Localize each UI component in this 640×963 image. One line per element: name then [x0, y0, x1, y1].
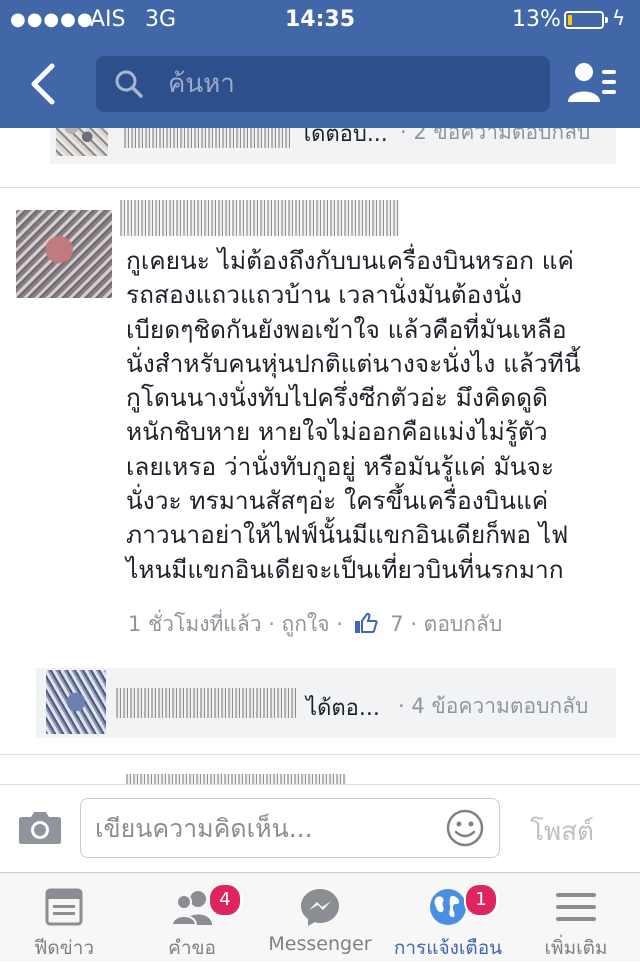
divider	[0, 754, 640, 755]
like-thumb-icon	[354, 612, 378, 633]
search-input[interactable]	[168, 66, 528, 102]
camera-icon[interactable]	[18, 809, 62, 845]
tab-friend-requests[interactable]: 4 คำขอ	[128, 873, 256, 961]
comments-feed[interactable]: ได้ตอบ... · 2 ข้อความตอบกลับ กูเคยนะ ไม่…	[0, 128, 640, 784]
tab-bar: ฟีดข่าว 4 คำขอ Messenger 1 การแจ้งเตือน	[0, 872, 640, 961]
friends-list-icon[interactable]	[566, 60, 618, 106]
reply-count[interactable]: · 2 ข้อความตอบกลับ	[400, 128, 590, 149]
comment-composer: โพสต์	[0, 784, 640, 873]
comment-line: ไหนมีแขกอินเดียจะเป็นเที่ยวบินที่นรกมาก	[126, 554, 564, 584]
avatar	[56, 128, 108, 156]
next-comment-partial	[126, 774, 346, 784]
reply-author-label: ได้ตอ...	[306, 696, 380, 721]
comment-line: เลยเหรอ ว่านั่งทับกูอยู่ หรือมันรู้แค่ ม…	[126, 451, 555, 481]
comment-line: นั่งสำหรับคนหุ่นปกติแต่นางจะนั่งไง แล้วท…	[126, 348, 581, 378]
back-arrow-icon[interactable]	[26, 62, 62, 106]
like-button[interactable]: · ถูกใจ ·	[268, 612, 343, 636]
notifications-globe-icon	[430, 889, 466, 925]
messenger-icon	[301, 889, 339, 926]
tab-label: การแจ้งเตือน	[393, 937, 503, 959]
search-bar[interactable]	[96, 56, 550, 112]
comment-input-box[interactable]	[80, 798, 500, 858]
reply-button[interactable]: · ตอบกลับ	[410, 612, 502, 636]
news-feed-icon	[45, 888, 83, 926]
reply-preview[interactable]: ได้ตอบ... · 2 ข้อความตอบกลับ	[50, 128, 616, 164]
smiley-icon[interactable]	[445, 808, 485, 848]
blurred-name	[124, 128, 292, 148]
comment-line: ภาวนาอย่าให้ไฟฟ์นั้นมีแขกอินเดียก็พอ ไฟ	[126, 520, 569, 550]
comment-input[interactable]	[95, 811, 435, 845]
battery-icon	[564, 11, 608, 29]
comment-line: กูโดนนางนั่งทับไปครึ่งซีกตัวอ่ะ มึงคิดดู…	[126, 383, 548, 413]
avatar	[46, 670, 106, 734]
blurred-name[interactable]	[120, 200, 400, 236]
comment-line: หนักชิบหาย หายใจไม่ออกคือแม่งไม่รู้ตัว	[126, 417, 548, 447]
friend-requests-badge: 4	[208, 883, 242, 917]
post-button[interactable]: โพสต์	[530, 811, 594, 852]
friend-requests-icon	[172, 891, 212, 926]
comment-line: เบียดๆชิดกันยังพอเข้าใจ แล้วคือที่มันเหล…	[126, 314, 567, 344]
charging-icon: ϟ	[612, 6, 626, 30]
reply-author-label: ได้ตอบ...	[300, 128, 388, 147]
notifications-badge: 1	[464, 883, 498, 917]
menu-icon	[556, 893, 596, 921]
tab-more[interactable]: เพิ่มเติม	[512, 873, 640, 961]
comment-text: กูเคยนะ ไม่ต้องถึงกับบนเครื่องบินหรอก แค…	[126, 244, 626, 587]
comment-line: รถสองแถวแถวบ้าน เวลานั่งมันต้องนั่ง	[126, 280, 523, 310]
tab-label: Messenger	[268, 933, 372, 955]
comment-line: กูเคยนะ ไม่ต้องถึงกับบนเครื่องบินหรอก แค…	[126, 246, 574, 275]
tab-messenger[interactable]: Messenger	[256, 873, 384, 961]
comment-line: นั่งวะ ทรมานสัสๆอ่ะ ใครขึ้นเครื่องบินแค่	[126, 486, 549, 516]
avatar[interactable]	[16, 210, 112, 298]
reply-count[interactable]: · 4 ข้อความตอบกลับ	[398, 690, 588, 723]
tab-notifications[interactable]: 1 การแจ้งเตือน	[384, 873, 512, 961]
tab-label: คำขอ	[168, 937, 216, 959]
comment-time: 1 ชั่วโมงที่แล้ว	[128, 612, 262, 636]
tab-label: เพิ่มเติม	[544, 937, 608, 959]
search-icon	[115, 70, 143, 98]
top-bar: ●●●●● AIS 3G 14:35 13% ϟ	[0, 0, 640, 128]
blurred-name	[116, 688, 298, 718]
battery-percent: 13%	[512, 7, 561, 32]
divider	[0, 187, 640, 188]
tab-news-feed[interactable]: ฟีดข่าว	[0, 873, 128, 961]
tab-label: ฟีดข่าว	[33, 937, 95, 959]
like-count: 7	[390, 612, 404, 636]
reply-preview[interactable]: ได้ตอ... · 4 ข้อความตอบกลับ	[36, 668, 616, 738]
status-bar: ●●●●● AIS 3G 14:35 13% ϟ	[0, 0, 640, 40]
comment-meta: 1 ชั่วโมงที่แล้ว · ถูกใจ · 7 · ตอบกลับ	[128, 608, 502, 641]
